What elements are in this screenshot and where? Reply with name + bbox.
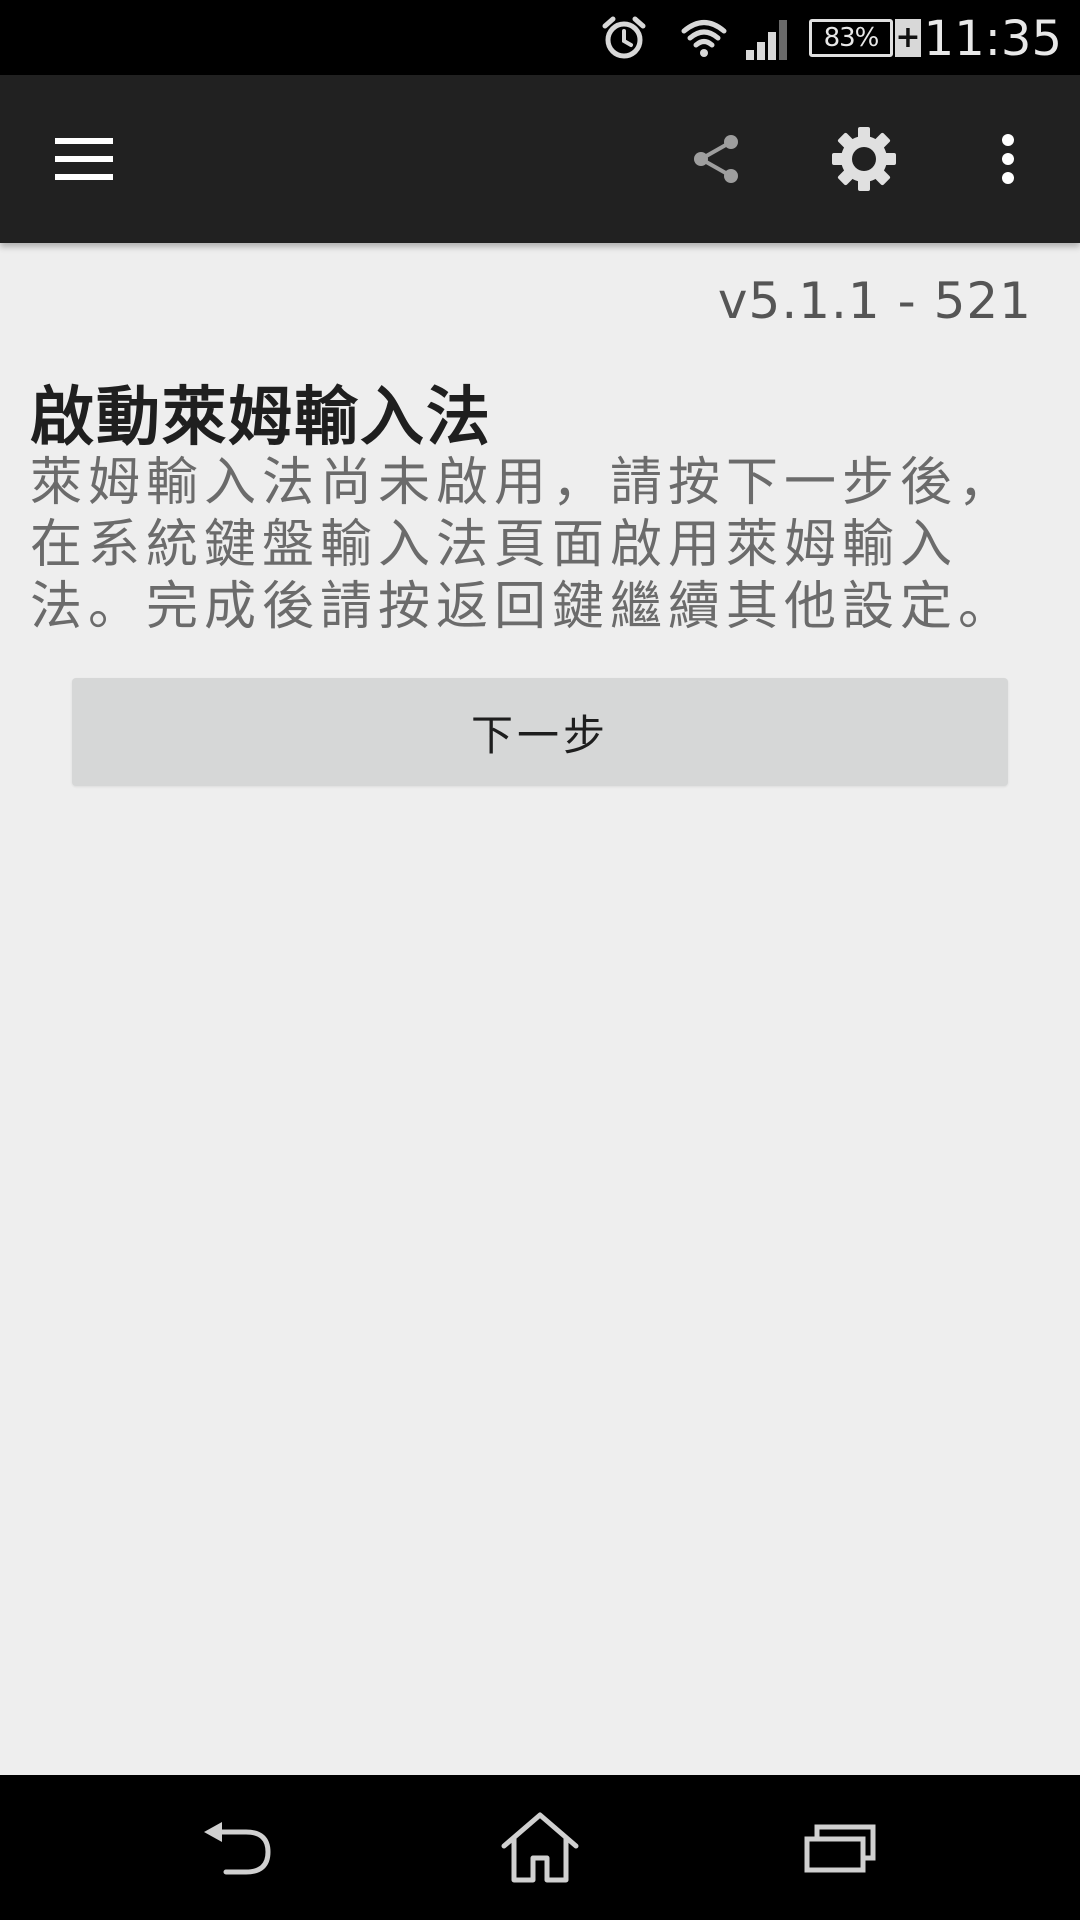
status-time: 11:35: [923, 11, 1062, 67]
share-icon[interactable]: [661, 75, 771, 243]
page-title: 啟動萊姆輸入法: [30, 381, 492, 455]
alarm-icon: [596, 0, 652, 75]
screen: 83% + 11:35 v5.1.1 - 521 啟動萊姆輸入法 萊姆輸入法尚未…: [0, 0, 1080, 1920]
menu-icon[interactable]: [29, 75, 139, 243]
battery-level: 83%: [809, 18, 893, 57]
status-bar: 83% + 11:35: [0, 0, 1080, 75]
home-icon[interactable]: [460, 1775, 620, 1920]
toolbar: [0, 75, 1080, 243]
settings-icon[interactable]: [809, 75, 919, 243]
back-icon[interactable]: [160, 1775, 320, 1920]
recents-icon[interactable]: [760, 1775, 920, 1920]
wifi-icon: [676, 0, 732, 75]
signal-icon: [740, 0, 796, 75]
navigation-bar: [0, 1775, 1080, 1920]
more-vert-icon[interactable]: [953, 75, 1063, 243]
description-text: 萊姆輸入法尚未啟用，請按下一步後，在系統鍵盤輸入法頁面啟用萊姆輸入法。完成後請按…: [30, 453, 1017, 637]
next-button[interactable]: 下一步: [72, 678, 1008, 786]
battery-icon: 83% +: [806, 0, 924, 75]
version-label: v5.1.1 - 521: [717, 272, 1032, 330]
charging-indicator: +: [895, 18, 921, 57]
